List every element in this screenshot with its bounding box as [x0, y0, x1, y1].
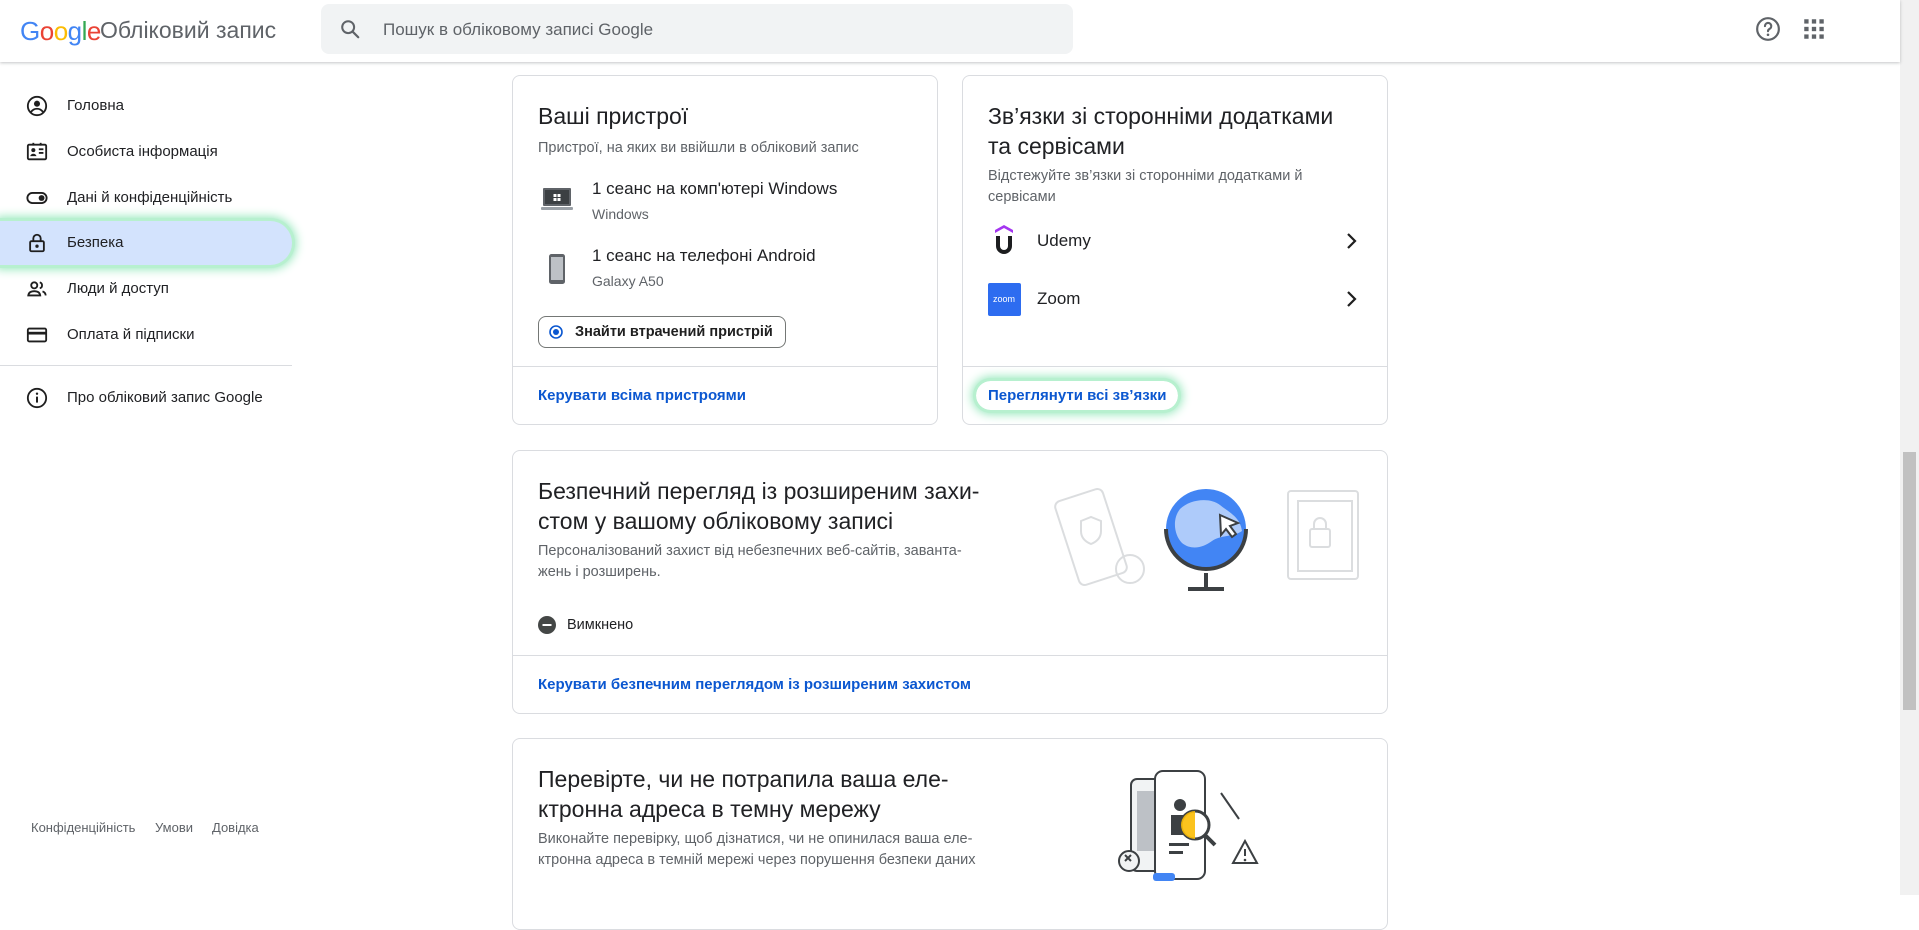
sidebar-item-label: Дані й конфіденційність: [67, 189, 233, 206]
search-input[interactable]: [381, 4, 1045, 56]
product-name: Обліковий запис: [100, 17, 277, 43]
dark-web-check-card: Перевірте, чи не потрапила ваша еле- ктр…: [512, 738, 1388, 930]
safe-browsing-illustration: [1054, 487, 1359, 591]
third-party-connections-card: Зв’язки зі сторонніми додатками та серві…: [962, 75, 1388, 425]
card-title: Перевірте, чи не потрапила ваша еле- ктр…: [538, 766, 949, 822]
credit-card-icon: [26, 327, 48, 343]
find-lost-device-button[interactable]: Знайти втрачений пристрій: [538, 316, 786, 348]
sidebar-item-home[interactable]: Головна: [0, 84, 292, 128]
manage-safe-browsing-link[interactable]: Керувати безпечним переглядом із розшире…: [538, 676, 971, 693]
card-divider: [963, 366, 1387, 367]
sidebar-item-label: Про обліковий запис Google: [67, 389, 263, 406]
sidebar-item-personal-info[interactable]: Особиста інформація: [0, 130, 292, 174]
card-description: Виконайте перевірку, щоб дізнатися, чи н…: [538, 831, 976, 868]
card-divider: [513, 366, 937, 367]
sidebar-item-payments-subscriptions[interactable]: Оплата й підписки: [0, 313, 292, 357]
sidebar-item-label: Головна: [67, 97, 124, 114]
find-lost-device-label: Знайти втрачений пристрій: [575, 324, 773, 340]
sidebar-item-label: Особиста інформація: [67, 143, 218, 160]
enhanced-safe-browsing-card: Безпечний перегляд із розширеним захи- с…: [512, 450, 1388, 714]
app-header: Google Обліковий запис: [0, 0, 1900, 62]
device-title: 1 сеанс на комп'ютері Windows: [592, 179, 838, 198]
help-icon[interactable]: [1755, 16, 1781, 42]
app-name: Udemy: [1037, 231, 1091, 250]
people-icon: [27, 281, 47, 297]
page-scrollbar[interactable]: [1900, 0, 1919, 895]
sidebar-item-label: Безпека: [67, 234, 124, 251]
sidebar-item-label: Оплата й підписки: [67, 326, 195, 343]
dark-web-illustration: [1118, 770, 1259, 881]
footer-privacy-link[interactable]: Конфіденційність: [31, 820, 135, 835]
card-title: Зв’язки зі сторонніми додатками та серві…: [988, 103, 1334, 159]
manage-devices-link[interactable]: Керувати всіма пристроями: [538, 387, 746, 404]
udemy-logo-icon: [995, 225, 1013, 254]
chevron-right-icon: [1347, 291, 1357, 307]
chevron-right-icon: [1347, 233, 1357, 249]
sidebar-item-about[interactable]: Про обліковий запис Google: [0, 376, 292, 420]
sidebar-item-security[interactable]: Безпека: [0, 221, 292, 265]
zoom-logo-icon: zoom: [988, 283, 1021, 316]
account-circle-icon: [26, 95, 48, 117]
sidebar-item-people-sharing[interactable]: Люди й доступ: [0, 267, 292, 311]
search-icon[interactable]: [339, 18, 361, 40]
app-name: Zoom: [1037, 289, 1081, 308]
off-status-icon: [538, 616, 556, 634]
card-divider: [513, 655, 1387, 656]
google-logo[interactable]: Google: [20, 16, 101, 47]
card-description: Відстежуйте зв’язки зі сторонніми додатк…: [988, 168, 1303, 205]
toggle-icon: [26, 192, 48, 204]
footer-help-link[interactable]: Довідка: [212, 820, 259, 835]
laptop-icon: [541, 188, 573, 210]
scrollbar-thumb[interactable]: [1903, 452, 1916, 710]
search-bar[interactable]: [321, 4, 1073, 56]
apps-grid-icon[interactable]: [1801, 16, 1827, 42]
card-description: Персоналізований захист від небезпечних …: [538, 543, 962, 580]
device-subtitle: Galaxy A50: [592, 273, 664, 289]
card-description: Пристрої, на яких ви ввійшли в обліковий…: [538, 140, 859, 156]
sidebar-item-data-privacy[interactable]: Дані й конфіденційність: [0, 176, 292, 220]
id-card-icon: [26, 142, 48, 161]
card-title: Ваші пристрої: [538, 103, 689, 129]
lock-icon: [29, 233, 45, 253]
info-icon: [26, 387, 48, 409]
status-label: Вимкнено: [567, 617, 634, 633]
card-title: Безпечний перегляд із розширеним захи- с…: [538, 478, 980, 534]
location-target-icon: [549, 325, 563, 339]
footer-terms-link[interactable]: Умови: [155, 820, 193, 835]
device-subtitle: Windows: [592, 206, 649, 222]
view-all-connections-link[interactable]: Переглянути всі зв’язки: [976, 381, 1178, 410]
phone-icon: [549, 254, 565, 284]
sidebar-item-label: Люди й доступ: [67, 280, 169, 297]
sidebar-divider: [0, 365, 292, 366]
devices-card: Ваші пристрої Пристрої, на яких ви ввійш…: [512, 75, 938, 425]
connection-row-zoom[interactable]: zoom Zoom: [963, 272, 1387, 328]
device-title: 1 сеанс на телефоні Android: [592, 246, 816, 265]
connection-row-udemy[interactable]: Udemy: [963, 214, 1387, 270]
